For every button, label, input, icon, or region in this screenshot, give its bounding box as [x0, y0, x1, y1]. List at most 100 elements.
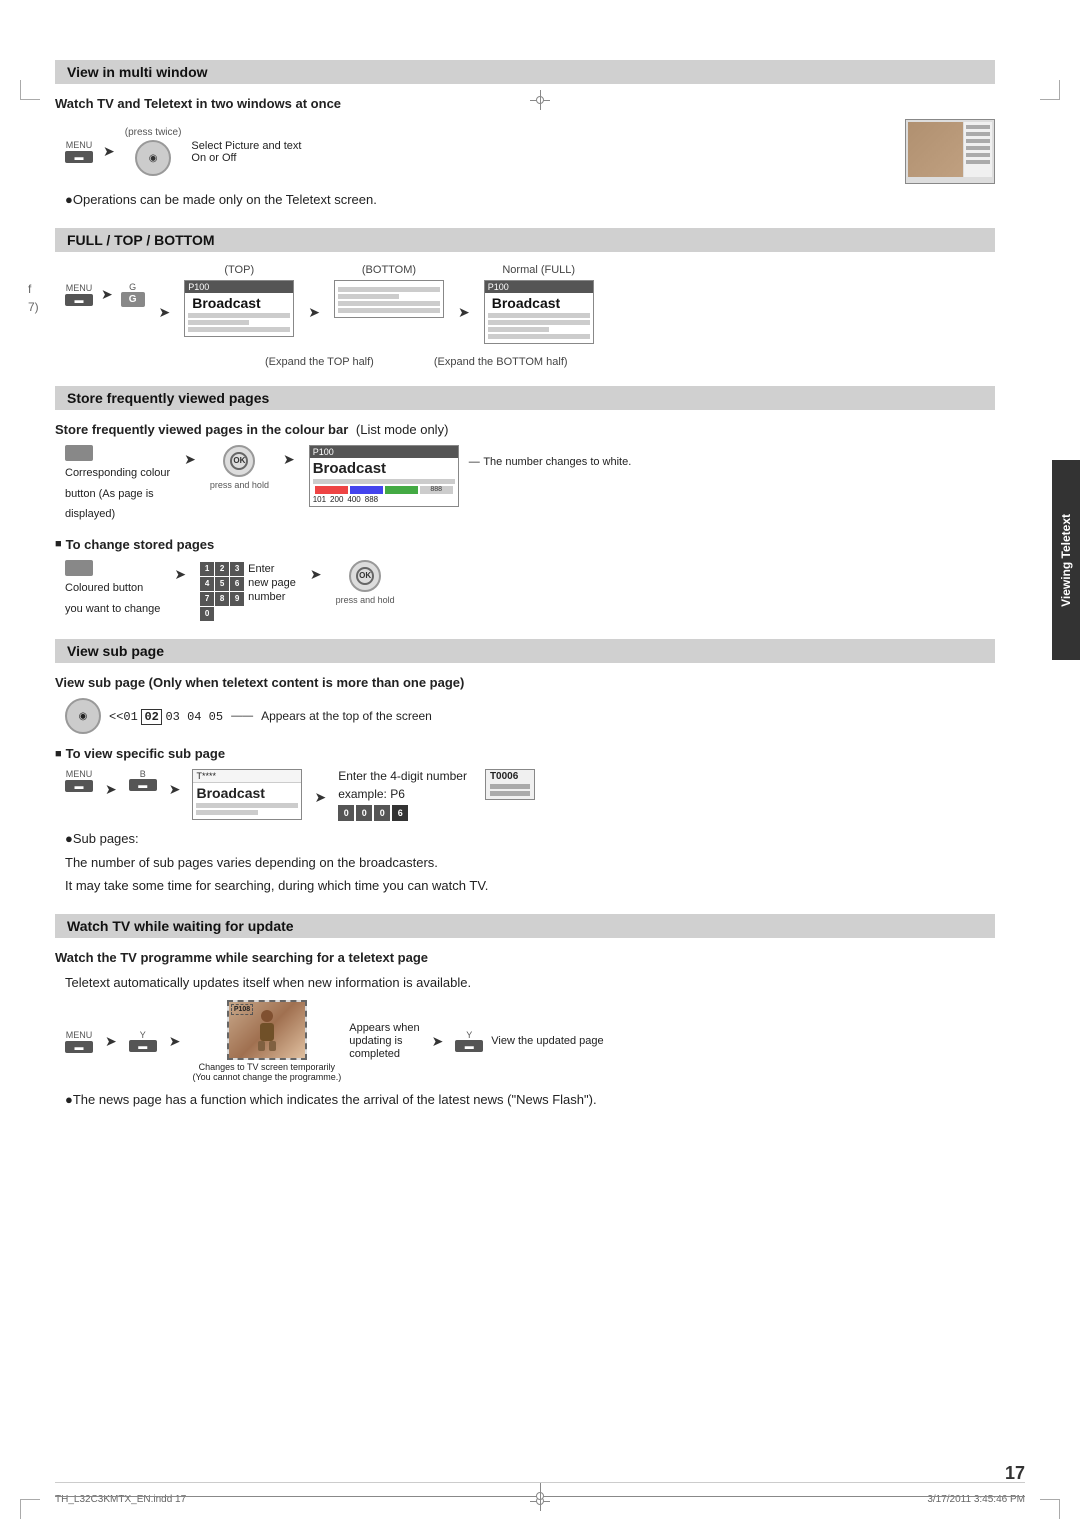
digit-0-2: 0: [356, 805, 372, 821]
key-6[interactable]: 6: [230, 577, 244, 591]
ok-press-hold-col2: OK press and hold: [336, 560, 395, 605]
ftb-arrow3: ➤: [308, 304, 320, 321]
coloured-btn-col: Coloured button you want to change: [65, 560, 160, 622]
numpad: 1 2 3 4 5 6 7 8 9: [200, 562, 244, 606]
menu-button-col: MENU ▬: [65, 140, 93, 163]
t0006-box-col: T0006: [485, 769, 535, 800]
appears-when-col: Appears when updating is completed: [349, 1022, 419, 1060]
ftb-arrow2: ➤: [159, 304, 171, 321]
key-8[interactable]: 8: [215, 592, 229, 606]
side-tab: Viewing Teletext: [1052, 460, 1080, 660]
section4-enter-col: Enter the 4-digit number example: P6 0 0…: [338, 769, 467, 821]
section4-menu-btn[interactable]: ▬: [65, 780, 93, 792]
section3-subtitle: Store frequently viewed pages in the col…: [55, 422, 995, 437]
section3-title: Store frequently viewed pages: [55, 386, 995, 410]
crosshair-top: [530, 90, 550, 110]
key-9[interactable]: 9: [230, 592, 244, 606]
digit-6: 6: [392, 805, 408, 821]
arrow1: ➤: [103, 143, 115, 160]
g-button[interactable]: G: [121, 292, 145, 307]
subpage-indicator: <<01 02 03 04 05: [109, 708, 223, 724]
s3-arrow4: ➤: [310, 566, 322, 583]
section4-teletext-box: T**** Broadcast: [192, 769, 302, 820]
s4-arrow2: ➤: [169, 781, 181, 798]
key-0[interactable]: 0: [200, 607, 214, 621]
view-updated-text: View the updated page: [491, 1035, 603, 1047]
section4-broadcast-col: T**** Broadcast: [192, 769, 302, 820]
corner-mark-tr: [1040, 80, 1060, 100]
ftb-full-item: Normal (FULL) P100 Broadcast: [484, 264, 594, 344]
section5-y2-col: Y ▬: [455, 1030, 483, 1052]
section4-note1: ●Sub pages:: [65, 829, 995, 849]
section-watch-tv-wait: Watch TV while waiting for update Watch …: [55, 914, 995, 1110]
ok-button2[interactable]: OK: [349, 560, 381, 592]
digit-0-1: 0: [338, 805, 354, 821]
ftb-menu-button[interactable]: ▬: [65, 294, 93, 306]
bottom-teletext-box: [334, 280, 444, 318]
section4-row1: ◉ <<01 02 03 04 05 —— Appears at the top…: [65, 698, 995, 734]
page-number: 17: [1005, 1463, 1025, 1484]
section4-subtitle: View sub page (Only when teletext conten…: [55, 675, 995, 690]
section2-title: FULL / TOP / BOTTOM: [55, 228, 995, 252]
nav-circle-2[interactable]: ◉: [65, 698, 101, 734]
section4-b-col: B ▬: [129, 769, 157, 791]
key-3[interactable]: 3: [230, 562, 244, 576]
nav-circle-1[interactable]: ◉: [135, 140, 171, 176]
section4-note2: The number of sub pages varies depending…: [65, 853, 995, 873]
section1-subtitle: Watch TV and Teletext in two windows at …: [55, 96, 995, 111]
menu-button[interactable]: ▬: [65, 151, 93, 163]
corner-mark-br: [1040, 1499, 1060, 1519]
digit-0-3: 0: [374, 805, 390, 821]
section3-row: Corresponding colour button (As page is …: [65, 445, 995, 527]
ok-press-hold-col: OK press and hold: [210, 445, 269, 490]
section-view-multi-window: View in multi window Watch TV and Telete…: [55, 60, 995, 210]
ftb-arrow4: ➤: [458, 304, 470, 321]
key-7[interactable]: 7: [200, 592, 214, 606]
section5-tvscreen-col: P108 Changes to TV screen t: [192, 1000, 341, 1082]
p100-broadcast-colourbar: P100 Broadcast 888: [309, 445, 459, 507]
section5-subtitle: Watch the TV programme while searching f…: [55, 950, 995, 965]
b-button[interactable]: ▬: [129, 779, 157, 791]
section-view-subpage: View sub page View sub page (Only when t…: [55, 639, 995, 896]
numpad-container: 1 2 3 4 5 6 7 8 9 0: [200, 562, 244, 621]
footer: TH_L32C3KMTX_EN.indd 17 3/17/2011 3:45:4…: [55, 1482, 1025, 1509]
section1-desc: Select Picture and text On or Off: [191, 140, 301, 164]
corner-mark-bl: [20, 1499, 40, 1519]
section4-subsection: To view specific sub page: [55, 746, 995, 761]
colour-bar: 888: [315, 486, 453, 494]
section5-row: MENU ▬ ➤ Y ▬ ➤ P108: [65, 1000, 995, 1082]
colour-button[interactable]: [65, 445, 93, 461]
num-changes-desc: — The number changes to white.: [469, 453, 632, 468]
s3-arrow1: ➤: [184, 451, 196, 468]
key-4[interactable]: 4: [200, 577, 214, 591]
press-twice-col: (press twice) ◉: [125, 127, 182, 176]
section4-note3: It may take some time for searching, dur…: [65, 876, 995, 896]
s5-arrow2: ➤: [169, 1033, 181, 1050]
key-2[interactable]: 2: [215, 562, 229, 576]
s3-arrow2: ➤: [283, 451, 295, 468]
page: f 7) Viewing Teletext View in multi wind…: [0, 60, 1080, 1539]
section-full-top-bottom: FULL / TOP / BOTTOM MENU ▬ ➤ G G: [55, 228, 995, 368]
colour-btn-desc: Corresponding colour button (As page is …: [65, 445, 170, 527]
section1-row1: MENU ▬ ➤ (press twice) ◉ Select Picture …: [65, 119, 995, 184]
section5-menu-col: MENU ▬: [65, 1030, 93, 1053]
colour-button2[interactable]: [65, 560, 93, 576]
s5-arrow1: ➤: [105, 1033, 117, 1050]
key-5[interactable]: 5: [215, 577, 229, 591]
numpad-labels: Enter new page number: [248, 563, 296, 603]
ok-button[interactable]: OK: [223, 445, 255, 477]
digit-sequence: 0 0 0 6: [338, 805, 467, 821]
s3-teletext-box: P100 Broadcast 888: [309, 445, 459, 507]
section1-note: ●Operations can be made only on the Tele…: [65, 190, 995, 210]
footer-crosshair: [547, 1489, 567, 1509]
s3-arrow3: ➤: [174, 566, 186, 583]
key-1[interactable]: 1: [200, 562, 214, 576]
numpad-col: 1 2 3 4 5 6 7 8 9 0 Enter: [200, 562, 296, 621]
full-teletext-box: P100 Broadcast: [484, 280, 594, 344]
ftb-menu-col: MENU ▬ ➤ G G: [65, 282, 145, 307]
person-icon: [252, 1008, 282, 1053]
y-button2[interactable]: ▬: [455, 1040, 483, 1052]
y-button[interactable]: ▬: [129, 1040, 157, 1052]
corner-mark-tl: [20, 80, 40, 100]
section5-menu-btn[interactable]: ▬: [65, 1041, 93, 1053]
